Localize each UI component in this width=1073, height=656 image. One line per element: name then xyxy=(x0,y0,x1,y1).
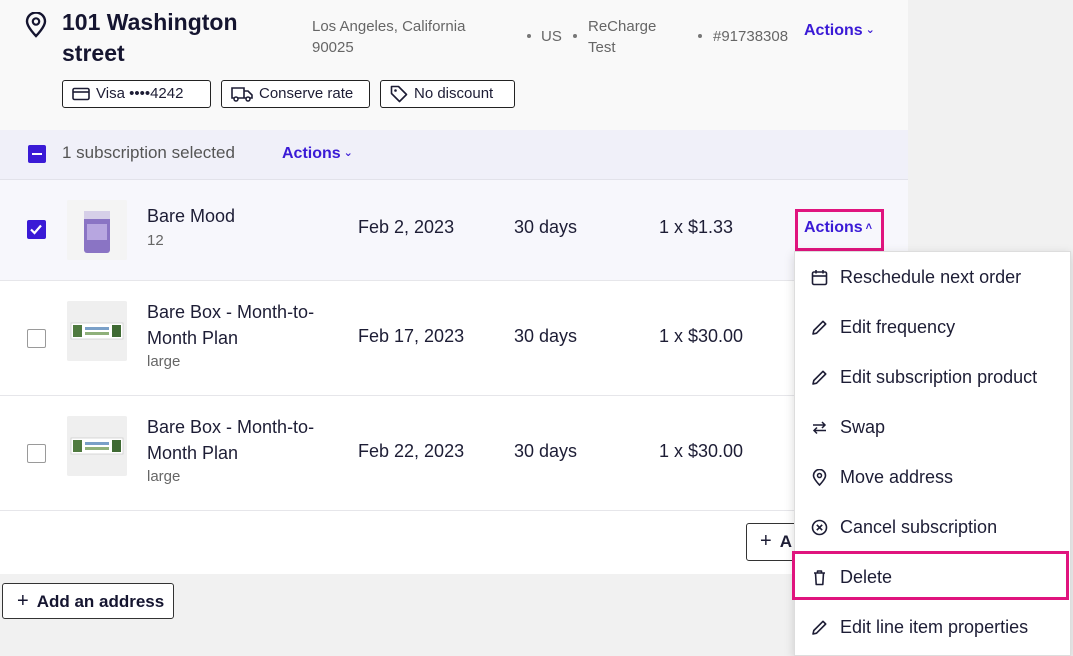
row-checkbox[interactable] xyxy=(27,220,46,239)
menu-item-edit-product[interactable]: Edit subscription product xyxy=(795,352,1070,402)
next-order-date: Feb 17, 2023 xyxy=(358,326,465,346)
address-store: ReCharge Test xyxy=(588,18,657,56)
actions-highlight xyxy=(795,209,884,251)
payment-chip[interactable]: Visa ••••4242 xyxy=(62,80,211,108)
address-title: 101 Washington street xyxy=(62,9,238,66)
bulk-actions-label: Actions xyxy=(282,145,341,162)
menu-item-label: Edit subscription product xyxy=(840,366,1038,387)
add-address-button[interactable]: + Add an address xyxy=(2,583,174,619)
tag-icon xyxy=(390,85,408,103)
product-variant: large xyxy=(147,468,181,485)
check-icon xyxy=(30,224,42,235)
chevron-down-icon: ⌄ xyxy=(865,24,875,36)
menu-item-label: Move address xyxy=(840,466,954,487)
swap-icon xyxy=(810,418,828,436)
menu-item-swap[interactable]: Swap xyxy=(795,402,1070,452)
map-pin-icon xyxy=(810,468,828,486)
menu-item-label: Swap xyxy=(840,416,886,437)
address-actions-button[interactable]: Actions ⌄ xyxy=(804,22,875,40)
separator-dot xyxy=(698,34,702,38)
subscription-row[interactable]: Bare Mood 12 Feb 2, 2023 30 days 1 x $1.… xyxy=(0,180,908,281)
frequency: 30 days xyxy=(514,217,578,237)
bare-box-image xyxy=(67,416,127,476)
address-header: 101 Washington street Los Angeles, Calif… xyxy=(0,0,908,130)
menu-item-edit-frequency[interactable]: Edit frequency xyxy=(795,302,1070,352)
subscription-row[interactable]: Bare Box - Month-to-Month Plan large Feb… xyxy=(0,396,908,511)
address-country: US xyxy=(541,28,562,45)
menu-item-reschedule[interactable]: Reschedule next order xyxy=(795,252,1070,302)
chevron-down-icon: ⌄ xyxy=(343,147,353,159)
discount-chip[interactable]: No discount xyxy=(380,80,515,108)
product-name: Bare Box - Month-to-Month Plan xyxy=(147,302,315,348)
product-thumbnail xyxy=(67,200,127,260)
add-address-label: Add an address xyxy=(36,592,165,611)
row-checkbox[interactable] xyxy=(27,329,46,348)
selection-count: 1 subscription selected xyxy=(62,143,235,162)
subscription-row[interactable]: Bare Box - Month-to-Month Plan large Feb… xyxy=(0,281,908,396)
product-thumbnail xyxy=(67,416,127,476)
menu-item-cancel-subscription[interactable]: Cancel subscription xyxy=(795,502,1070,552)
plus-icon: + xyxy=(17,590,29,612)
next-order-date: Feb 22, 2023 xyxy=(358,441,465,461)
address-city: Los Angeles, California 90025 xyxy=(312,18,466,56)
product-thumbnail xyxy=(67,301,127,361)
calendar-icon xyxy=(810,268,828,286)
price: 1 x $1.33 xyxy=(659,217,734,237)
menu-item-label: Edit frequency xyxy=(840,316,956,337)
address-id: #91738308 xyxy=(713,28,789,45)
product-variant: 12 xyxy=(147,232,164,249)
menu-item-label: Cancel subscription xyxy=(840,516,998,537)
payment-chip-label: Visa ••••4242 xyxy=(96,85,184,102)
product-name: Bare Box - Month-to-Month Plan xyxy=(147,417,315,463)
separator-dot xyxy=(573,34,577,38)
product-name: Bare Mood xyxy=(147,206,236,226)
menu-item-edit-properties[interactable]: Edit line item properties xyxy=(795,602,1070,652)
select-all-checkbox[interactable] xyxy=(28,145,46,163)
shipping-chip[interactable]: Conserve rate xyxy=(221,80,370,108)
plus-icon: + xyxy=(760,530,772,552)
menu-item-label: Reschedule next order xyxy=(840,266,1022,287)
pencil-icon xyxy=(810,618,828,636)
pencil-icon xyxy=(810,318,828,336)
cancel-circle-icon xyxy=(810,518,828,536)
menu-item-move-address[interactable]: Move address xyxy=(795,452,1070,502)
pencil-icon xyxy=(810,368,828,386)
discount-chip-label: No discount xyxy=(414,85,494,102)
next-order-date: Feb 2, 2023 xyxy=(358,217,455,237)
address-card: 101 Washington street Los Angeles, Calif… xyxy=(0,0,908,574)
frequency: 30 days xyxy=(514,326,578,346)
separator-dot xyxy=(527,34,531,38)
bare-box-image xyxy=(67,301,127,361)
credit-card-icon xyxy=(72,87,90,101)
bulk-actions-button[interactable]: Actions ⌄ xyxy=(282,145,353,163)
product-variant: large xyxy=(147,353,181,370)
price: 1 x $30.00 xyxy=(659,441,744,461)
purple-canister-image xyxy=(67,200,127,260)
menu-item-label: Edit line item properties xyxy=(840,616,1029,637)
row-checkbox[interactable] xyxy=(27,444,46,463)
truck-icon xyxy=(231,87,253,102)
shipping-chip-label: Conserve rate xyxy=(259,85,354,102)
price: 1 x $30.00 xyxy=(659,326,744,346)
frequency: 30 days xyxy=(514,441,578,461)
add-subscription-label: A xyxy=(779,532,792,551)
address-actions-label: Actions xyxy=(804,22,863,39)
map-pin-icon xyxy=(25,12,47,38)
delete-highlight xyxy=(792,551,1069,600)
